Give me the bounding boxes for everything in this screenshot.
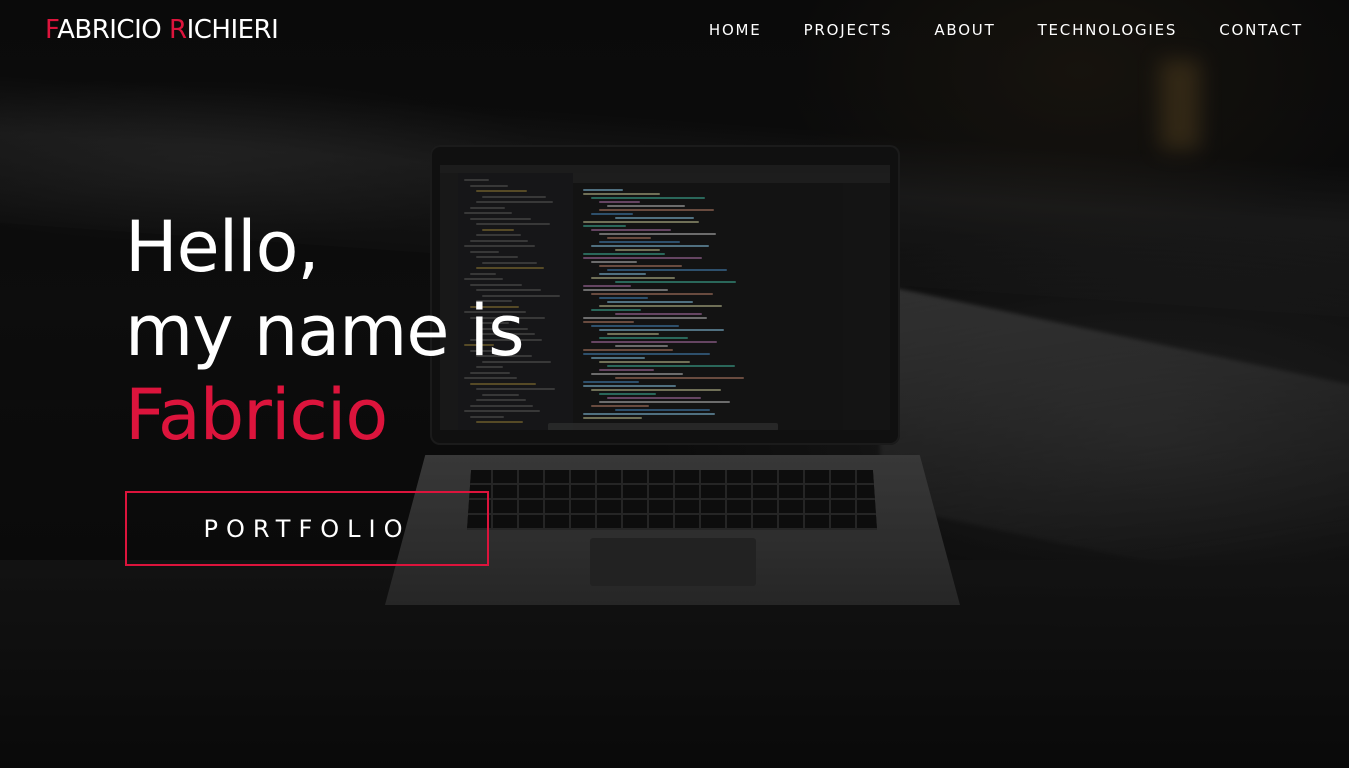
logo-first-initial: F [45, 15, 58, 45]
headline-name: Fabricio [125, 374, 388, 456]
nav-link-contact[interactable]: CONTACT [1219, 21, 1303, 39]
hero-section: FABRICIO RICHIERI HOME PROJECTS ABOUT TE… [0, 0, 1349, 768]
hero-headline: Hello, my name is Fabricio [125, 205, 525, 457]
nav-link-home[interactable]: HOME [709, 21, 762, 39]
portfolio-button-label: PORTFOLIO [203, 514, 411, 543]
portfolio-button[interactable]: PORTFOLIO [125, 491, 489, 566]
logo-last-rest: ICHIERI [186, 15, 279, 45]
site-logo[interactable]: FABRICIO RICHIERI [45, 15, 279, 45]
main-nav: HOME PROJECTS ABOUT TECHNOLOGIES CONTACT [709, 21, 1303, 39]
nav-link-projects[interactable]: PROJECTS [804, 21, 893, 39]
nav-link-technologies[interactable]: TECHNOLOGIES [1038, 21, 1178, 39]
headline-greeting: Hello, [125, 206, 320, 288]
logo-last-initial: R [169, 15, 187, 45]
logo-first-rest: ABRICIO [57, 15, 169, 45]
nav-link-about[interactable]: ABOUT [934, 21, 995, 39]
headline-intro: my name is [125, 290, 525, 372]
